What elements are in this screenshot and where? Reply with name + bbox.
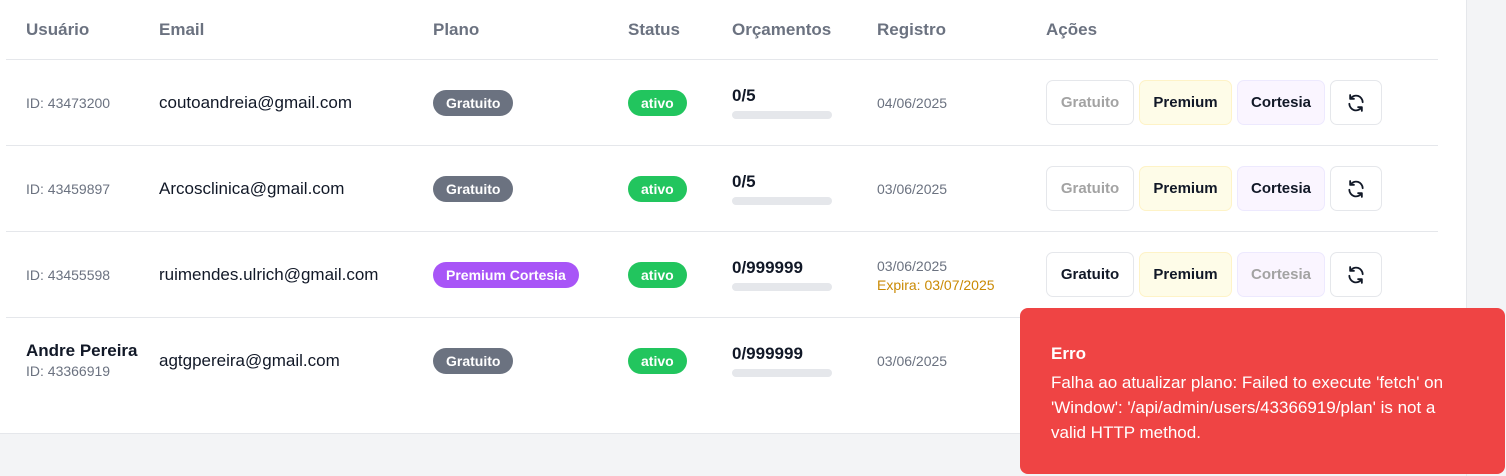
user-cell: ID: 43473200 <box>6 59 159 146</box>
error-toast[interactable]: Erro Falha ao atualizar plano: Failed to… <box>1020 308 1505 474</box>
status-cell: ativo <box>628 59 732 146</box>
registered-cell: 03/06/2025 Expira: 03/07/2025 <box>877 231 1046 318</box>
status-cell: ativo <box>628 231 732 318</box>
refresh-icon <box>1348 265 1364 284</box>
plan-badge: Gratuito <box>433 89 514 116</box>
header-actions: Ações <box>1046 0 1438 60</box>
registered-date: 03/06/2025 <box>877 180 948 197</box>
budget-count: 0/5 <box>732 172 756 191</box>
actions-cell: Gratuito Premium Cortesia <box>1046 231 1438 318</box>
plan-badge: Gratuito <box>433 175 514 202</box>
set-premium-button[interactable]: Premium <box>1139 252 1232 297</box>
refresh-icon <box>1348 93 1364 112</box>
status-cell: ativo <box>628 318 732 404</box>
actions-cell: Gratuito Premium Cortesia <box>1046 145 1438 232</box>
toast-title: Erro <box>1051 344 1086 363</box>
plan-cell: Gratuito <box>433 318 628 404</box>
user-email: coutoandreia@gmail.com <box>159 92 353 112</box>
budget-count: 0/5 <box>732 86 756 105</box>
user-id: ID: 43455598 <box>26 266 111 283</box>
set-free-button[interactable]: Gratuito <box>1046 80 1134 125</box>
toast-message: Falha ao atualizar plano: Failed to exec… <box>1051 373 1444 442</box>
budget-progress-bar <box>732 197 832 205</box>
budget-progress-bar <box>732 283 832 291</box>
registered-date: 03/06/2025 <box>877 257 948 274</box>
header-budgets: Orçamentos <box>732 0 877 60</box>
registered-date: 04/06/2025 <box>877 94 948 111</box>
budget-count: 0/999999 <box>732 344 803 363</box>
status-badge: ativo <box>628 89 687 116</box>
header-email: Email <box>159 0 433 60</box>
header-plan: Plano <box>433 0 628 60</box>
user-name: Andre Pereira <box>26 340 138 360</box>
user-cell: ID: 43455598 <box>6 231 159 318</box>
user-cell: Andre Pereira ID: 43366919 <box>6 318 159 404</box>
actions-cell: Gratuito Premium Cortesia <box>1046 59 1438 146</box>
refresh-button[interactable] <box>1330 252 1382 297</box>
email-cell: coutoandreia@gmail.com <box>159 59 433 146</box>
table-header-row: Usuário Email Plano Status Orçamentos Re… <box>6 0 1438 60</box>
registered-cell: 03/06/2025 <box>877 145 1046 232</box>
budget-progress-bar <box>732 111 832 119</box>
table-row: ID: 43455598 ruimendes.ulrich@gmail.com … <box>6 231 1438 318</box>
plan-cell: Gratuito <box>433 145 628 232</box>
budget-cell: 0/999999 <box>732 231 877 318</box>
refresh-icon <box>1348 179 1364 198</box>
budget-count: 0/999999 <box>732 258 803 277</box>
expiry-date: Expira: 03/07/2025 <box>877 276 995 293</box>
email-cell: Arcosclinica@gmail.com <box>159 145 433 232</box>
set-courtesy-button[interactable]: Cortesia <box>1237 252 1325 297</box>
user-id: ID: 43366919 <box>26 362 111 379</box>
plan-cell: Gratuito <box>433 59 628 146</box>
user-id: ID: 43473200 <box>26 94 111 111</box>
header-registered: Registro <box>877 0 1046 60</box>
registered-cell: 04/06/2025 <box>877 59 1046 146</box>
refresh-button[interactable] <box>1330 80 1382 125</box>
status-cell: ativo <box>628 145 732 232</box>
budget-progress-bar <box>732 369 832 377</box>
status-badge: ativo <box>628 175 687 202</box>
email-cell: agtgpereira@gmail.com <box>159 318 433 404</box>
set-courtesy-button[interactable]: Cortesia <box>1237 80 1325 125</box>
set-courtesy-button[interactable]: Cortesia <box>1237 166 1325 211</box>
user-email: ruimendes.ulrich@gmail.com <box>159 264 379 284</box>
status-badge: ativo <box>628 261 687 288</box>
header-status: Status <box>628 0 732 60</box>
user-email: Arcosclinica@gmail.com <box>159 178 345 198</box>
plan-badge: Gratuito <box>433 347 514 374</box>
user-cell: ID: 43459897 <box>6 145 159 232</box>
budget-cell: 0/999999 <box>732 318 877 404</box>
refresh-button[interactable] <box>1330 166 1382 211</box>
user-id: ID: 43459897 <box>26 180 111 197</box>
set-free-button[interactable]: Gratuito <box>1046 166 1134 211</box>
table-row: ID: 43473200 coutoandreia@gmail.com Grat… <box>6 59 1438 146</box>
header-user: Usuário <box>6 0 159 60</box>
status-badge: ativo <box>628 347 687 374</box>
set-premium-button[interactable]: Premium <box>1139 166 1232 211</box>
user-email: agtgpereira@gmail.com <box>159 350 340 370</box>
budget-cell: 0/5 <box>732 145 877 232</box>
set-free-button[interactable]: Gratuito <box>1046 252 1134 297</box>
budget-cell: 0/5 <box>732 59 877 146</box>
table-row: ID: 43459897 Arcosclinica@gmail.com Grat… <box>6 145 1438 232</box>
plan-cell: Premium Cortesia <box>433 231 628 318</box>
set-premium-button[interactable]: Premium <box>1139 80 1232 125</box>
email-cell: ruimendes.ulrich@gmail.com <box>159 231 433 318</box>
plan-badge: Premium Cortesia <box>433 261 579 288</box>
